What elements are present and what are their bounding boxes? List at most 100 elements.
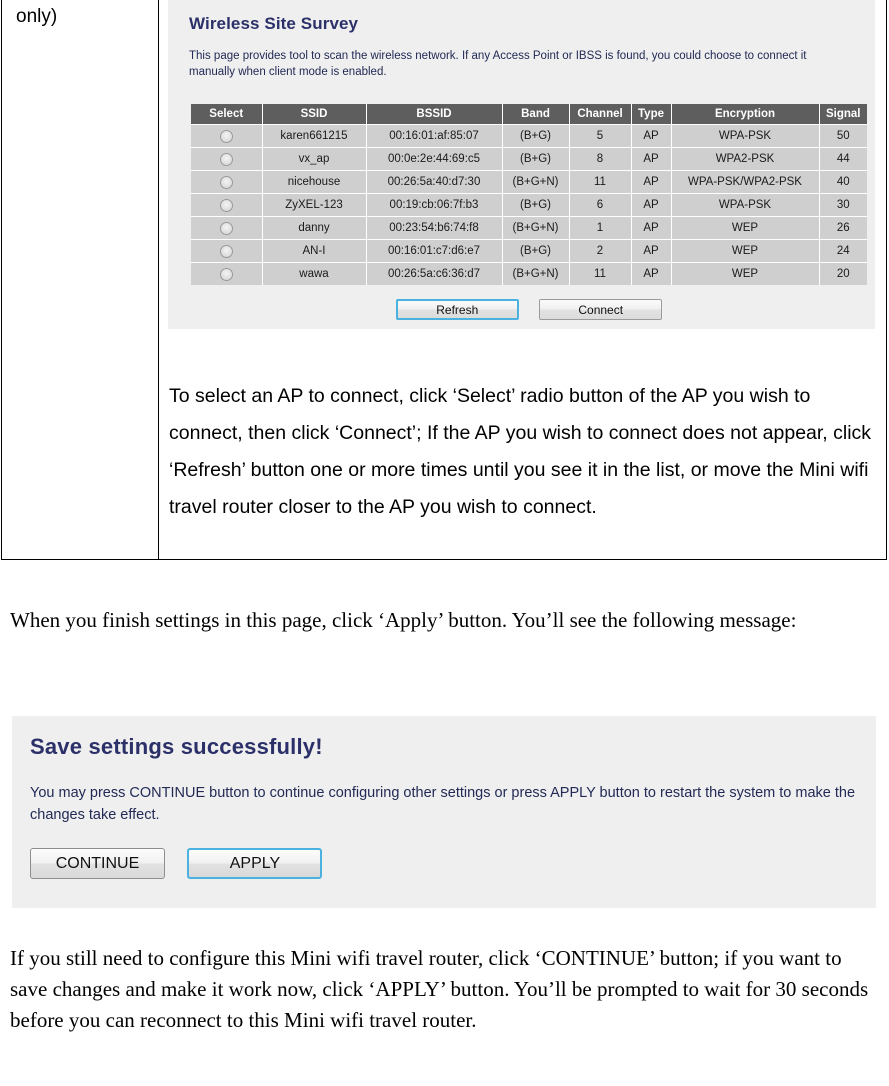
table-row: ZyXEL-123 00:19:cb:06:7f:b3 (B+G) 6 AP W… [191,193,867,217]
survey-button-row: Refresh Connect [191,299,867,320]
type-cell: AP [631,262,672,285]
table-header-row: Select SSID BSSID Band Channel Type Encr… [191,104,867,125]
select-cell[interactable] [191,262,263,285]
manual-content-table: only) Wireless Site Survey This page pro… [1,0,887,560]
channel-cell: 5 [569,124,632,148]
type-cell: AP [631,124,672,148]
select-cell[interactable] [191,239,263,263]
left-cell-text: only) [16,6,58,27]
band-cell: (B+G) [502,124,570,148]
apply-instructions-paragraph: When you finish settings in this page, c… [10,608,797,632]
type-cell: AP [631,216,672,240]
radio-unselected-icon[interactable] [219,175,233,189]
band-cell: (B+G+N) [502,216,570,240]
table-row: nicehouse 00:26:5a:40:d7:30 (B+G+N) 11 A… [191,170,867,194]
channel-cell: 8 [569,147,632,171]
radio-unselected-icon[interactable] [219,198,233,212]
select-cell[interactable] [191,216,263,240]
signal-cell: 24 [819,239,867,263]
ap-selection-instructions: To select an AP to connect, click ‘Selec… [169,385,872,518]
continue-apply-paragraph: If you still need to configure this Mini… [10,946,869,1032]
panel-description: This page provides tool to scan the wire… [189,50,807,78]
bssid-cell: 00:26:5a:40:d7:30 [366,170,503,194]
ssid-cell: wawa [262,262,367,285]
column-header-type: Type [631,104,672,125]
bssid-cell: 00:26:5a:c6:36:d7 [366,262,503,285]
bssid-cell: 00:23:54:b6:74:f8 [366,216,503,240]
table-row: vx_ap 00:0e:2e:44:69:c5 (B+G) 8 AP WPA2-… [191,147,867,171]
select-cell[interactable] [191,124,263,148]
column-header-select: Select [191,104,263,125]
column-header-channel: Channel [569,104,632,125]
band-cell: (B+G) [502,239,570,263]
encryption-cell: WPA2-PSK [671,147,820,171]
encryption-cell: WPA-PSK/WPA2-PSK [671,170,820,194]
radio-unselected-icon[interactable] [219,129,233,143]
column-header-band: Band [502,104,570,125]
table-row: AN-I 00:16:01:c7:d6:e7 (B+G) 2 AP WEP 24 [191,239,867,263]
signal-cell: 30 [819,193,867,217]
channel-cell: 2 [569,239,632,263]
channel-cell: 6 [569,193,632,217]
ssid-cell: vx_ap [262,147,367,171]
type-cell: AP [631,193,672,217]
save-settings-panel: Save settings successfully! You may pres… [12,716,876,908]
select-cell[interactable] [191,147,263,171]
ssid-cell: karen661215 [262,124,367,148]
radio-unselected-icon[interactable] [219,221,233,235]
select-cell[interactable] [191,193,263,217]
signal-cell: 50 [819,124,867,148]
column-header-signal: Signal [819,104,867,125]
type-cell: AP [631,170,672,194]
encryption-cell: WEP [671,239,820,263]
type-cell: AP [631,239,672,263]
radio-unselected-icon[interactable] [219,152,233,166]
continue-button[interactable]: CONTINUE [30,848,165,879]
band-cell: (B+G+N) [502,170,570,194]
channel-cell: 11 [569,262,632,285]
save-settings-title: Save settings successfully! [30,734,323,759]
select-cell[interactable] [191,170,263,194]
table-row: danny 00:23:54:b6:74:f8 (B+G+N) 1 AP WEP… [191,216,867,240]
refresh-button[interactable]: Refresh [395,299,519,320]
signal-cell: 20 [819,262,867,285]
ssid-cell: ZyXEL-123 [262,193,367,217]
encryption-cell: WPA-PSK [671,193,820,217]
band-cell: (B+G) [502,147,570,171]
connect-button[interactable]: Connect [539,299,663,320]
save-settings-description: You may press CONTINUE button to continu… [30,785,856,824]
save-settings-button-row: CONTINUE APPLY [30,848,340,879]
bssid-cell: 00:19:cb:06:7f:b3 [366,193,503,217]
ssid-cell: danny [262,216,367,240]
wireless-site-survey-panel: Wireless Site Survey This page provides … [168,0,875,329]
bssid-cell: 00:16:01:af:85:07 [366,124,503,148]
radio-unselected-icon[interactable] [219,267,233,281]
type-cell: AP [631,147,672,171]
radio-unselected-icon[interactable] [219,244,233,258]
apply-button[interactable]: APPLY [187,848,323,879]
access-point-table: Select SSID BSSID Band Channel Type Encr… [191,104,867,285]
table-row: karen661215 00:16:01:af:85:07 (B+G) 5 AP… [191,124,867,148]
band-cell: (B+G) [502,193,570,217]
band-cell: (B+G+N) [502,262,570,285]
panel-title: Wireless Site Survey [189,14,359,33]
signal-cell: 26 [819,216,867,240]
manual-table-right-cell: Wireless Site Survey This page provides … [159,0,886,559]
column-header-bssid: BSSID [366,104,503,125]
encryption-cell: WEP [671,216,820,240]
channel-cell: 1 [569,216,632,240]
table-row: wawa 00:26:5a:c6:36:d7 (B+G+N) 11 AP WEP… [191,262,867,285]
bssid-cell: 00:0e:2e:44:69:c5 [366,147,503,171]
ssid-cell: AN-I [262,239,367,263]
signal-cell: 40 [819,170,867,194]
encryption-cell: WPA-PSK [671,124,820,148]
column-header-ssid: SSID [262,104,367,125]
access-point-table-body: karen661215 00:16:01:af:85:07 (B+G) 5 AP… [191,124,867,285]
signal-cell: 44 [819,147,867,171]
ssid-cell: nicehouse [262,170,367,194]
channel-cell: 11 [569,170,632,194]
manual-table-left-cell: only) [2,0,159,559]
encryption-cell: WEP [671,262,820,285]
column-header-encryption: Encryption [671,104,820,125]
bssid-cell: 00:16:01:c7:d6:e7 [366,239,503,263]
